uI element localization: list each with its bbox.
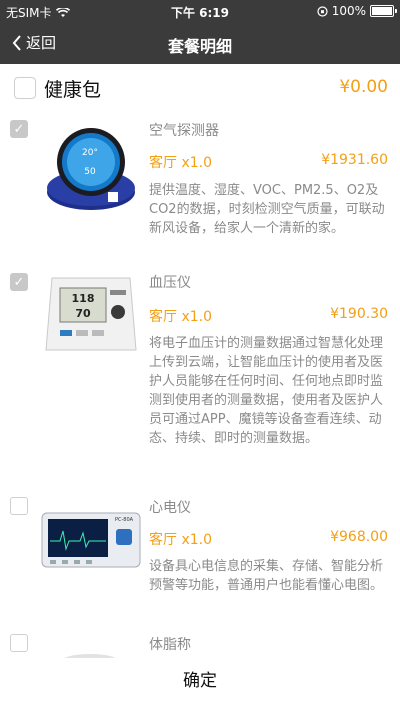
item-qty: 客厅 x1.0 [149,155,212,171]
item-price: ¥190.30 [330,306,388,322]
list-item: ✓ 20° 50 空气探测器 客厅 x1.0 ¥1931.60 提供温度、湿度、… [0,112,400,262]
page-title: 套餐明细 [167,37,232,56]
item-checkbox[interactable]: ✓ [10,273,28,291]
package-detail-list[interactable]: 健康包 ¥0.00 ✓ 20° 50 空气探测器 客厅 x1.0 ¥1931.6… [0,64,400,658]
list-item: 体脂称 [0,629,400,658]
battery-percent: 100% [331,4,366,18]
package-header: 健康包 ¥0.00 [0,64,400,112]
item-name: 空气探测器 [149,123,219,139]
blood-pressure-monitor-icon: 118 70 [45,277,137,351]
item-name: 血压仪 [149,275,191,291]
air-temp-readout: 20° [82,148,98,158]
footer-bar: 确定 [0,658,400,710]
list-item: ✓ 118 70 血压仪 客厅 x1.0 ¥190.30 将电子血压计的测量数据… [0,264,400,494]
body-fat-scale-icon [64,654,116,658]
bp-sys-readout: 118 [72,292,95,305]
status-bar: 无SIM卡 下午 6:19 100% [0,0,400,22]
item-description: 提供温度、湿度、VOC、PM2.5、O2及CO2的数据，时刻检测空气质量，可联动… [149,183,385,236]
ecg-monitor-icon: PC-80A [41,512,141,568]
item-name: 心电仪 [149,500,191,516]
ecg-model-label: PC-80A [115,517,134,523]
package-price: ¥0.00 [339,77,388,97]
back-button[interactable]: 返回 [12,32,56,53]
item-description: 将电子血压计的测量数据通过智慧化处理上传到云端，让智能血压计的使用者及医护人员能… [149,336,384,446]
item-checkbox[interactable] [10,497,28,515]
bp-dia-readout: 70 [75,307,91,320]
package-checkbox[interactable] [14,77,36,99]
nav-bar: 返回 套餐明细 [0,22,400,64]
package-name: 健康包 [44,79,102,101]
item-checkbox[interactable] [10,634,28,652]
item-checkbox[interactable]: ✓ [10,120,28,138]
battery-group: 100% [317,4,397,18]
item-price: ¥1931.60 [321,152,388,168]
confirm-button[interactable]: 确定 [0,666,400,691]
air-detector-icon: 20° 50 [47,128,135,210]
item-description: 设备具心电信息的采集、存储、智能分析预警等功能，普通用户也能看懂心电图。 [149,559,384,593]
item-qty: 客厅 x1.0 [149,309,212,325]
orientation-lock-icon [317,5,328,17]
item-name: 体脂称 [149,637,191,653]
battery-fill [372,7,392,15]
battery-icon [370,5,397,17]
item-price: ¥968.00 [330,529,388,545]
list-item: PC-80A 心电仪 客厅 x1.0 ¥968.00 设备具心电信息的采集、存储… [0,489,400,629]
chevron-left-icon [12,34,21,51]
air-humidity-readout: 50 [84,167,96,177]
item-qty: 客厅 x1.0 [149,532,212,548]
back-label: 返回 [26,34,57,52]
